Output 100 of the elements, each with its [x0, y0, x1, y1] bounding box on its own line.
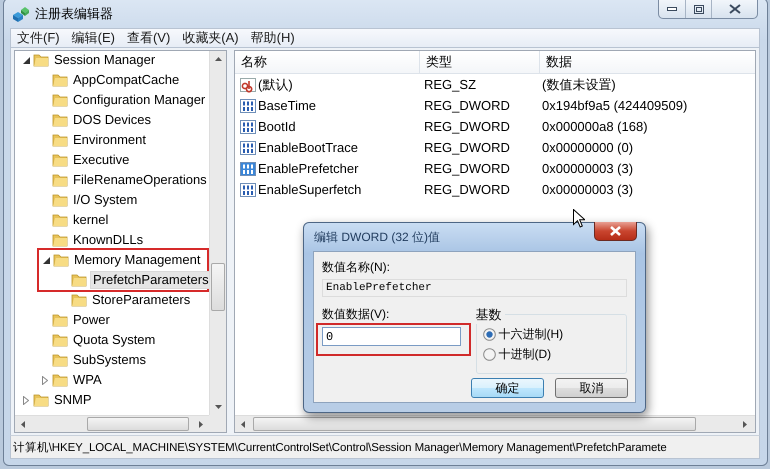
expanded-arrow-icon[interactable] [42, 256, 50, 264]
value-type: REG_DWORD [423, 119, 511, 134]
tree-row[interactable]: Quota System [15, 330, 209, 350]
value-data: 0x00000000 (0) [541, 140, 634, 155]
group-title: 基数 [476, 306, 504, 324]
tree-row[interactable]: Configuration Manager [15, 90, 209, 110]
collapsed-arrow-icon[interactable] [23, 396, 29, 404]
collapsed-arrow-icon[interactable] [42, 376, 48, 384]
folder-icon [52, 172, 68, 188]
scroll-up-icon[interactable] [215, 57, 222, 61]
radio-button[interactable] [482, 348, 496, 360]
close-icon [610, 226, 621, 236]
value-name[interactable]: EnableSuperfetch [258, 182, 362, 197]
value-name[interactable]: EnablePrefetcher [258, 161, 358, 176]
tree-item[interactable]: SNMP [52, 391, 94, 409]
folder-icon [52, 112, 68, 128]
tree-row[interactable]: Executive [15, 150, 209, 170]
scroll-thumb[interactable] [253, 417, 696, 431]
tree-row[interactable]: WPA [15, 370, 209, 390]
tree-row[interactable]: SNMP [15, 390, 209, 410]
folder-icon [71, 292, 87, 308]
tree-item[interactable]: kernel [71, 211, 110, 229]
radio-label[interactable]: 十进制(D) [498, 346, 552, 362]
menu-item[interactable]: 收藏夹(A) [176, 29, 245, 47]
tree-item[interactable]: StoreParameters [90, 291, 192, 309]
scroll-thumb[interactable] [87, 417, 189, 431]
folder-icon [52, 332, 68, 348]
tree-row[interactable]: SubSystems [15, 350, 209, 370]
tree-item[interactable]: Configuration Manager [71, 91, 208, 109]
menu-item[interactable]: 帮助(H) [244, 29, 301, 47]
folder-icon [52, 212, 68, 228]
tree-row[interactable]: DOS Devices [15, 110, 209, 130]
value-data: 0x00000003 (3) [541, 182, 634, 197]
tree-row[interactable]: AppCompatCache [15, 70, 209, 90]
value-type: REG_DWORD [423, 161, 511, 176]
folder-icon [52, 72, 68, 88]
tree-item[interactable]: SubSystems [71, 351, 148, 369]
ok-button[interactable]: 确定 [471, 378, 544, 398]
tree-row[interactable]: Power [15, 310, 209, 330]
column-header[interactable]: 类型 [420, 51, 540, 73]
scroll-thumb[interactable] [211, 263, 225, 311]
value-data: 0x000000a8 (168) [541, 119, 649, 134]
tree-row[interactable]: Environment [15, 130, 209, 150]
scroll-right-icon[interactable] [199, 421, 203, 428]
window-title: 注册表编辑器 [35, 4, 113, 22]
folder-icon [52, 92, 68, 108]
value-name[interactable]: EnableBootTrace [258, 140, 358, 155]
tree-item[interactable]: AppCompatCache [71, 71, 182, 89]
tree-item[interactable]: DOS Devices [71, 111, 154, 129]
radio-label[interactable]: 十六进制(H) [498, 326, 564, 342]
field-label: 数值名称(N): [322, 260, 391, 275]
tree-item[interactable]: FileRenameOperations [71, 171, 209, 189]
cancel-button[interactable]: 取消 [555, 378, 628, 398]
tree-item[interactable]: Executive [71, 151, 132, 169]
tree-row[interactable]: KnownDLLs [15, 230, 209, 250]
value-name[interactable]: BaseTime [258, 98, 316, 113]
radio-button[interactable] [482, 328, 496, 340]
tree-row[interactable]: StoreParameters [15, 290, 209, 310]
menu-item[interactable]: 文件(F) [11, 29, 66, 47]
folder-icon [52, 352, 68, 368]
scrollbar[interactable] [209, 51, 226, 415]
column-header[interactable]: 数据 [540, 51, 755, 73]
tree-item[interactable]: I/O System [71, 191, 140, 209]
folder-icon [52, 152, 68, 168]
tree-item[interactable]: Memory Management [72, 251, 202, 269]
tree-item[interactable]: PrefetchParameters [90, 271, 209, 289]
tree-row[interactable]: Session Manager [15, 51, 209, 70]
column-header[interactable]: 名称 [235, 51, 420, 73]
tree-item[interactable]: Environment [71, 131, 148, 149]
tree-row[interactable]: I/O System [15, 190, 209, 210]
folder-icon [52, 192, 68, 208]
tree-row[interactable]: FileRenameOperations [15, 170, 209, 190]
scrollbar[interactable] [235, 415, 755, 432]
value-name[interactable]: (默认) [258, 76, 293, 94]
folder-icon [33, 392, 49, 408]
folder-icon [71, 272, 87, 288]
tree-item[interactable]: Quota System [71, 331, 158, 349]
close-button[interactable] [594, 222, 637, 241]
folder-icon [52, 372, 68, 388]
scroll-down-icon[interactable] [215, 405, 222, 409]
scroll-right-icon[interactable] [743, 421, 747, 428]
scroll-left-icon[interactable] [241, 421, 245, 428]
tree-item[interactable]: WPA [71, 371, 104, 389]
data-input-field[interactable]: 0 [322, 327, 461, 346]
menu-item[interactable]: 编辑(E) [66, 29, 121, 47]
tree-item[interactable]: Session Manager [52, 51, 158, 69]
tree-item[interactable]: Power [71, 311, 112, 329]
folder-icon [52, 132, 68, 148]
value-type: REG_SZ [423, 77, 478, 92]
folder-icon [33, 52, 49, 68]
folder-icon [53, 252, 69, 268]
value-name[interactable]: BootId [258, 119, 296, 134]
expanded-arrow-icon[interactable] [22, 56, 30, 64]
scroll-left-icon[interactable] [21, 421, 25, 428]
tree-item[interactable]: KnownDLLs [71, 231, 146, 249]
registry-app-icon [12, 6, 30, 22]
scrollbar[interactable] [15, 415, 209, 432]
tree-row[interactable]: kernel [15, 210, 209, 230]
menu-item[interactable]: 查看(V) [120, 29, 176, 47]
mouse-pointer-icon [573, 209, 585, 228]
